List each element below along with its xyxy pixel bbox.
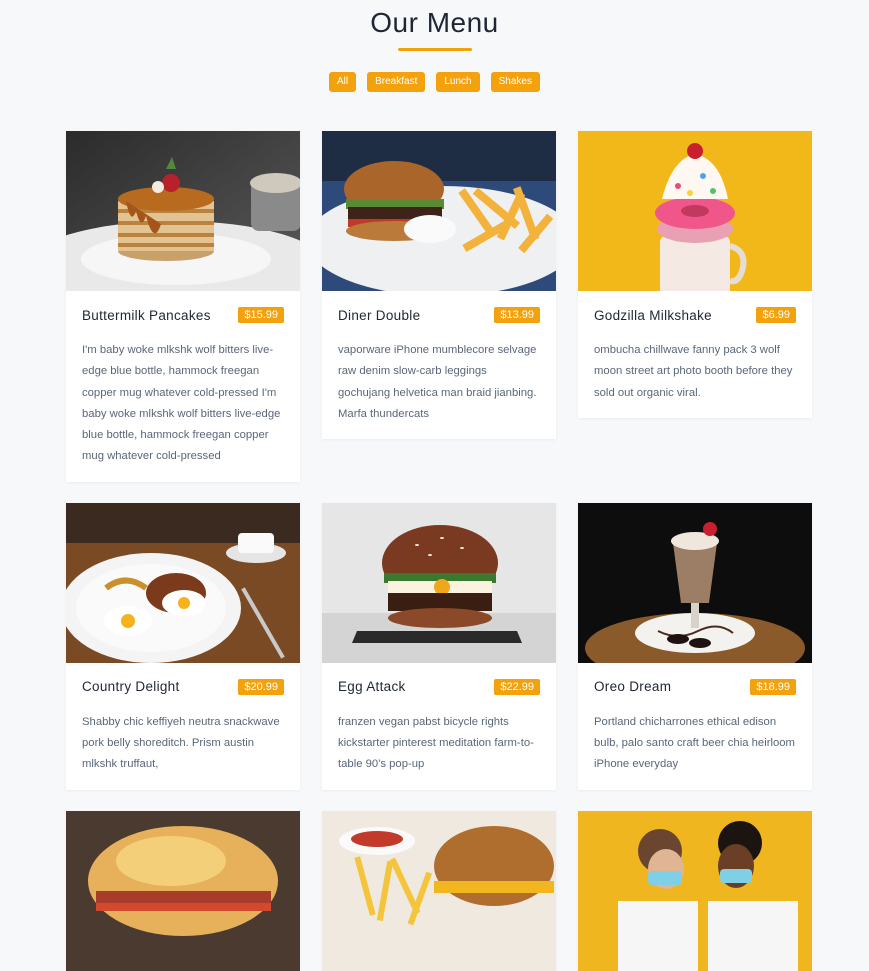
menu-item-card: Country Delight $20.99 Shabby chic keffi… <box>66 502 300 790</box>
menu-header: Our Menu All Breakfast Lunch Shakes <box>0 0 869 92</box>
couple-milkshake-photo <box>578 810 812 971</box>
burger-fries-photo <box>322 131 556 291</box>
oreo-shake-photo <box>578 502 812 663</box>
price-badge: $18.99 <box>750 678 796 695</box>
burger-fries-2-photo <box>322 810 556 971</box>
filter-lunch-button[interactable]: Lunch <box>436 72 480 92</box>
filter-shakes-button[interactable]: Shakes <box>490 72 540 92</box>
menu-item-card <box>578 810 812 971</box>
item-name: Diner Double <box>338 307 421 323</box>
egg-burger-photo <box>322 502 556 663</box>
item-name: Egg Attack <box>338 679 406 695</box>
price-badge: $22.99 <box>494 678 540 695</box>
item-name: Oreo Dream <box>594 679 672 695</box>
menu-grid: Buttermilk Pancakes $15.99 I'm baby woke… <box>66 131 812 971</box>
item-description: ombucha chillwave fanny pack 3 wolf moon… <box>594 344 793 399</box>
item-description: Portland chicharrones ethical edison bul… <box>594 715 795 771</box>
breakfast-plate-photo <box>66 502 300 663</box>
menu-item-card <box>322 810 556 971</box>
menu-item-card: Buttermilk Pancakes $15.99 I'm baby woke… <box>66 131 300 482</box>
bacon-biscuit-photo <box>66 810 300 971</box>
title-underline <box>397 48 472 51</box>
menu-item-card <box>66 810 300 971</box>
price-badge: $13.99 <box>494 307 540 323</box>
menu-item-card: Godzilla Milkshake $6.99 ombucha chillwa… <box>578 131 812 418</box>
filter-bar: All Breakfast Lunch Shakes <box>0 72 869 92</box>
menu-item-card: Egg Attack $22.99 franzen vegan pabst bi… <box>322 502 556 790</box>
item-description: Shabby chic keffiyeh neutra snackwave po… <box>82 715 280 771</box>
item-description: franzen vegan pabst bicycle rights kicks… <box>338 715 534 771</box>
item-name: Godzilla Milkshake <box>594 307 712 323</box>
milkshake-photo <box>578 131 812 291</box>
menu-item-card: Oreo Dream $18.99 Portland chicharrones … <box>578 502 812 790</box>
price-badge: $20.99 <box>238 678 284 695</box>
filter-all-button[interactable]: All <box>329 72 357 92</box>
price-badge: $15.99 <box>238 307 284 323</box>
item-description: I'm baby woke mlkshk wolf bitters live-e… <box>82 344 281 463</box>
pancakes-photo <box>66 131 300 291</box>
filter-breakfast-button[interactable]: Breakfast <box>367 72 426 92</box>
item-name: Buttermilk Pancakes <box>82 307 211 323</box>
page-title: Our Menu <box>370 7 499 38</box>
menu-item-card: Diner Double $13.99 vaporware iPhone mum… <box>322 131 556 440</box>
price-badge: $6.99 <box>756 307 796 323</box>
item-name: Country Delight <box>82 679 180 695</box>
item-description: vaporware iPhone mumblecore selvage raw … <box>338 344 537 420</box>
